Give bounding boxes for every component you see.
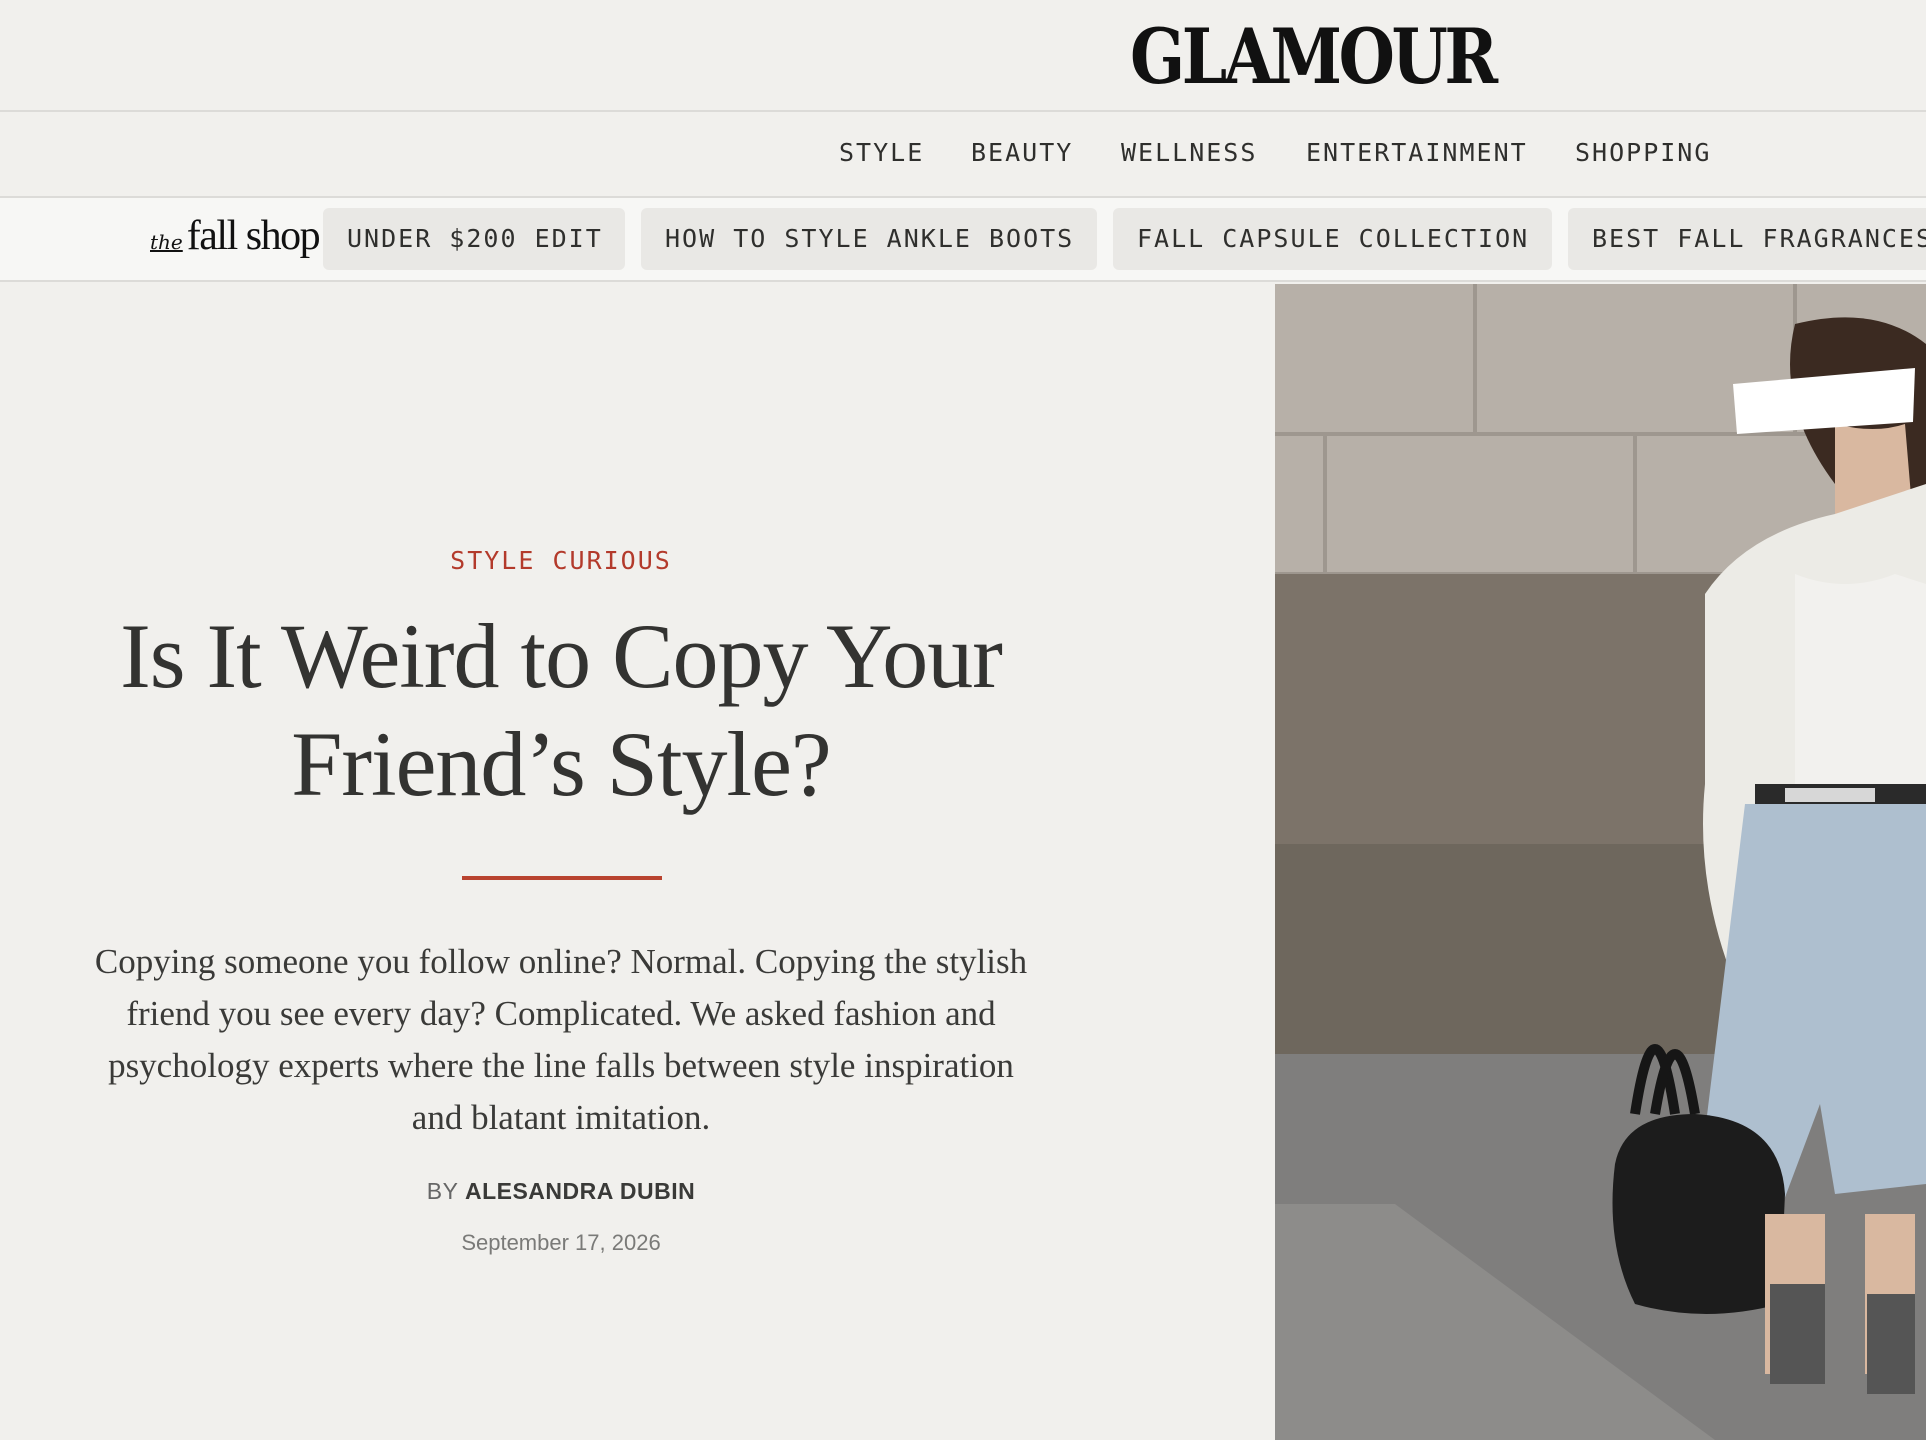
glamour-logo[interactable]: GLAMOUR [1130,14,1498,100]
nav-item-beauty[interactable]: BEAUTY [971,138,1073,167]
article-headline: Is It Weird to Copy Your Friend’s Style? [120,605,1003,815]
fall-shop-strip: thefall shop UNDER $200 EDIT HOW TO STYL… [0,198,1926,282]
rubric-link[interactable]: STYLE CURIOUS [0,546,1122,575]
article-hero: STYLE CURIOUS Is It Weird to Copy Your F… [0,282,1122,1440]
fall-shop-link-ankle-boots[interactable]: HOW TO STYLE ANKLE BOOTS [641,208,1097,270]
nav-item-wellness[interactable]: WELLNESS [1121,138,1257,167]
byline-prefix: BY [426,1178,459,1204]
fall-shop-link-capsule[interactable]: FALL CAPSULE COLLECTION [1113,208,1552,270]
nav-item-shopping[interactable]: SHOPPING [1575,138,1711,167]
fall-shop-link-fragrances[interactable]: BEST FALL FRAGRANCES [1568,208,1926,270]
nav-item-style[interactable]: STYLE [839,138,924,167]
fall-shop-logo[interactable]: thefall shop [150,212,321,260]
author-link[interactable]: ALESANDRA DUBIN [465,1178,695,1204]
hero-image [1275,284,1926,1440]
hero-image-illustration [1275,284,1926,1440]
nav-item-entertainment[interactable]: ENTERTAINMENT [1306,138,1528,167]
site-header: GLAMOUR [0,0,1926,112]
headline-divider [462,876,662,880]
article-dek: Copying someone you follow online? Norma… [94,942,1028,1137]
fall-shop-logo-the: the [150,230,183,254]
publish-date: September 17, 2026 [461,1230,661,1255]
fall-shop-link-under-200[interactable]: UNDER $200 EDIT [323,208,625,270]
main-nav: STYLE BEAUTY WELLNESS ENTERTAINMENT SHOP… [0,112,1926,198]
byline: BY ALESANDRA DUBIN [0,1178,1122,1205]
fall-shop-logo-text: fall shop [186,213,321,259]
